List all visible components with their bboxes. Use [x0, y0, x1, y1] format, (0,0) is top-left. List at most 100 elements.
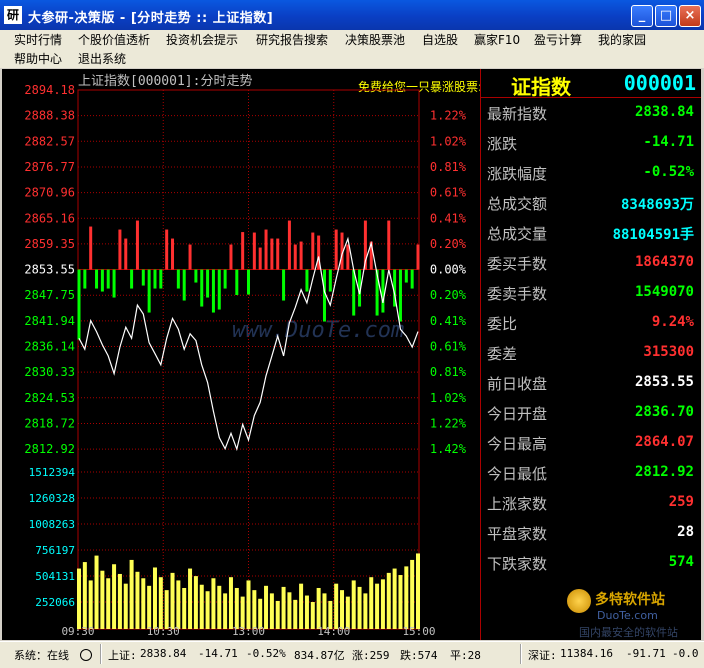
sh-pct: -0.52% — [246, 647, 286, 660]
menu-home[interactable]: 我的家园 — [598, 31, 646, 48]
menu-help[interactable]: 帮助中心 — [14, 50, 62, 67]
volume-bar — [375, 583, 380, 629]
advance-decline-bar — [159, 269, 163, 289]
volume-bar — [147, 585, 152, 629]
advance-decline-bar — [112, 269, 116, 298]
menu-research-search[interactable]: 研究报告搜索 — [256, 31, 328, 48]
menu-f10[interactable]: 赢家F10 — [474, 31, 520, 48]
advance-decline-bar — [89, 226, 93, 270]
pct-tick-label: 0.61% — [430, 186, 467, 200]
advance-decline-bar — [95, 269, 99, 289]
pct-tick-label: 0.20% — [430, 288, 467, 302]
status-bar: 系统：在线 上证: 2838.84 -14.71 -0.52% 834.87亿 … — [0, 641, 704, 668]
menu-exit[interactable]: 退出系统 — [78, 50, 126, 67]
quote-value: 88104591手 — [612, 227, 694, 243]
advance-decline-bar — [311, 232, 315, 270]
advance-decline-bar — [217, 269, 221, 310]
quote-value: 2864.07 — [634, 434, 694, 450]
pct-tick-label: 0.00% — [430, 263, 467, 277]
advance-decline-bar — [410, 269, 414, 289]
quote-value: -14.71 — [643, 134, 694, 150]
volume-bar — [164, 590, 169, 629]
volume-bar — [223, 593, 228, 629]
close-button[interactable]: × — [679, 5, 701, 27]
intraday-chart[interactable]: 上证指数[000001]:分时走势 免费给您一只暴涨股票: www.DuoTe.… — [2, 69, 480, 640]
advance-decline-bar — [241, 232, 245, 270]
sz-index: 11384.16 — [560, 647, 613, 660]
time-tick-label: 10:30 — [147, 625, 180, 638]
price-tick-label: 2888.38 — [24, 109, 75, 123]
volume-bar — [176, 580, 181, 629]
maximize-button[interactable]: □ — [655, 5, 677, 27]
sz-change: -91.71 — [626, 647, 666, 660]
sz-pct: -0.0 — [672, 647, 699, 660]
menu-realtime[interactable]: 实时行情 — [14, 31, 62, 48]
volume-bar — [135, 571, 140, 629]
price-tick-label: 2824.53 — [24, 391, 75, 405]
chart-title: 上证指数[000001]:分时走势 — [78, 73, 252, 89]
pct-tick-label: 0.41% — [430, 314, 467, 328]
quote-label: 委差 — [487, 345, 518, 363]
quote-label: 平盘家数 — [487, 525, 548, 543]
volume-bar — [112, 564, 117, 629]
volume-bar — [77, 568, 81, 629]
status-separator — [520, 644, 522, 664]
volume-bar — [404, 566, 409, 629]
minimize-button[interactable]: _ — [631, 5, 653, 27]
price-tick-label: 2812.92 — [24, 442, 75, 456]
quote-label: 总成交量 — [487, 225, 548, 243]
price-tick-label: 2882.57 — [24, 134, 75, 148]
price-tick-label: 2853.55 — [24, 263, 75, 277]
advance-decline-bar — [141, 269, 145, 286]
up-count: 涨:259 — [352, 649, 390, 662]
flat-count: 平:28 — [450, 649, 481, 662]
menu-stock-pool[interactable]: 决策股票池 — [345, 31, 405, 48]
volume-bar — [334, 583, 339, 629]
advance-decline-bar — [276, 238, 280, 270]
status-separator — [100, 644, 102, 664]
volume-bar — [287, 592, 292, 629]
volume-bar — [217, 585, 222, 629]
pct-tick-label: 1.22% — [430, 109, 467, 123]
volume-tick-label: 504131 — [35, 570, 75, 583]
advance-decline-bar — [299, 241, 303, 270]
volume-tick-label: 252066 — [35, 596, 75, 609]
volume-bar — [392, 568, 397, 629]
sh-change: -14.71 — [198, 647, 238, 660]
advance-decline-bar — [387, 220, 391, 270]
menu-investment-tips[interactable]: 投资机会提示 — [166, 31, 238, 48]
price-tick-label: 2870.96 — [24, 186, 75, 200]
pct-tick-label: 1.22% — [430, 416, 467, 430]
volume-tick-label: 1260328 — [29, 492, 75, 505]
pct-tick-label: 1.02% — [430, 134, 467, 148]
price-tick-label: 2841.94 — [24, 314, 75, 328]
menu-profit-calc[interactable]: 盈亏计算 — [534, 31, 582, 48]
volume-tick-label: 1008263 — [29, 518, 75, 531]
menu-stock-value[interactable]: 个股价值透析 — [78, 31, 150, 48]
menu-watchlist[interactable]: 自选股 — [422, 31, 458, 48]
sh-index: 2838.84 — [140, 647, 187, 660]
volume-bar — [398, 575, 403, 629]
advance-decline-bar — [83, 269, 87, 289]
sz-label: 深证: — [528, 649, 557, 662]
advance-decline-bar — [270, 238, 274, 270]
quote-label: 前日收盘 — [487, 375, 548, 393]
pct-tick-label: 0.81% — [430, 160, 467, 174]
volume-bar — [205, 591, 210, 629]
system-status: 系统：在线 — [14, 649, 69, 662]
volume-bar — [316, 587, 321, 629]
advance-decline-bar — [416, 244, 420, 270]
window-title: 大参研-决策版 - [分时走势 :: 上证指数] — [28, 11, 274, 26]
quote-value: 2836.70 — [634, 404, 694, 420]
volume-bar — [152, 567, 157, 629]
quote-value: -0.52% — [643, 164, 694, 180]
watermark-slogan: 国内最安全的软件站 — [579, 626, 678, 639]
volume-bar — [264, 585, 269, 629]
advance-decline-bar — [282, 269, 286, 301]
sh-amount: 834.87亿 — [294, 649, 345, 662]
quote-label: 今日开盘 — [487, 405, 548, 423]
advance-decline-bar — [206, 269, 210, 298]
volume-bar — [293, 599, 298, 629]
quote-label: 上涨家数 — [487, 495, 548, 513]
volume-bar — [211, 578, 216, 629]
